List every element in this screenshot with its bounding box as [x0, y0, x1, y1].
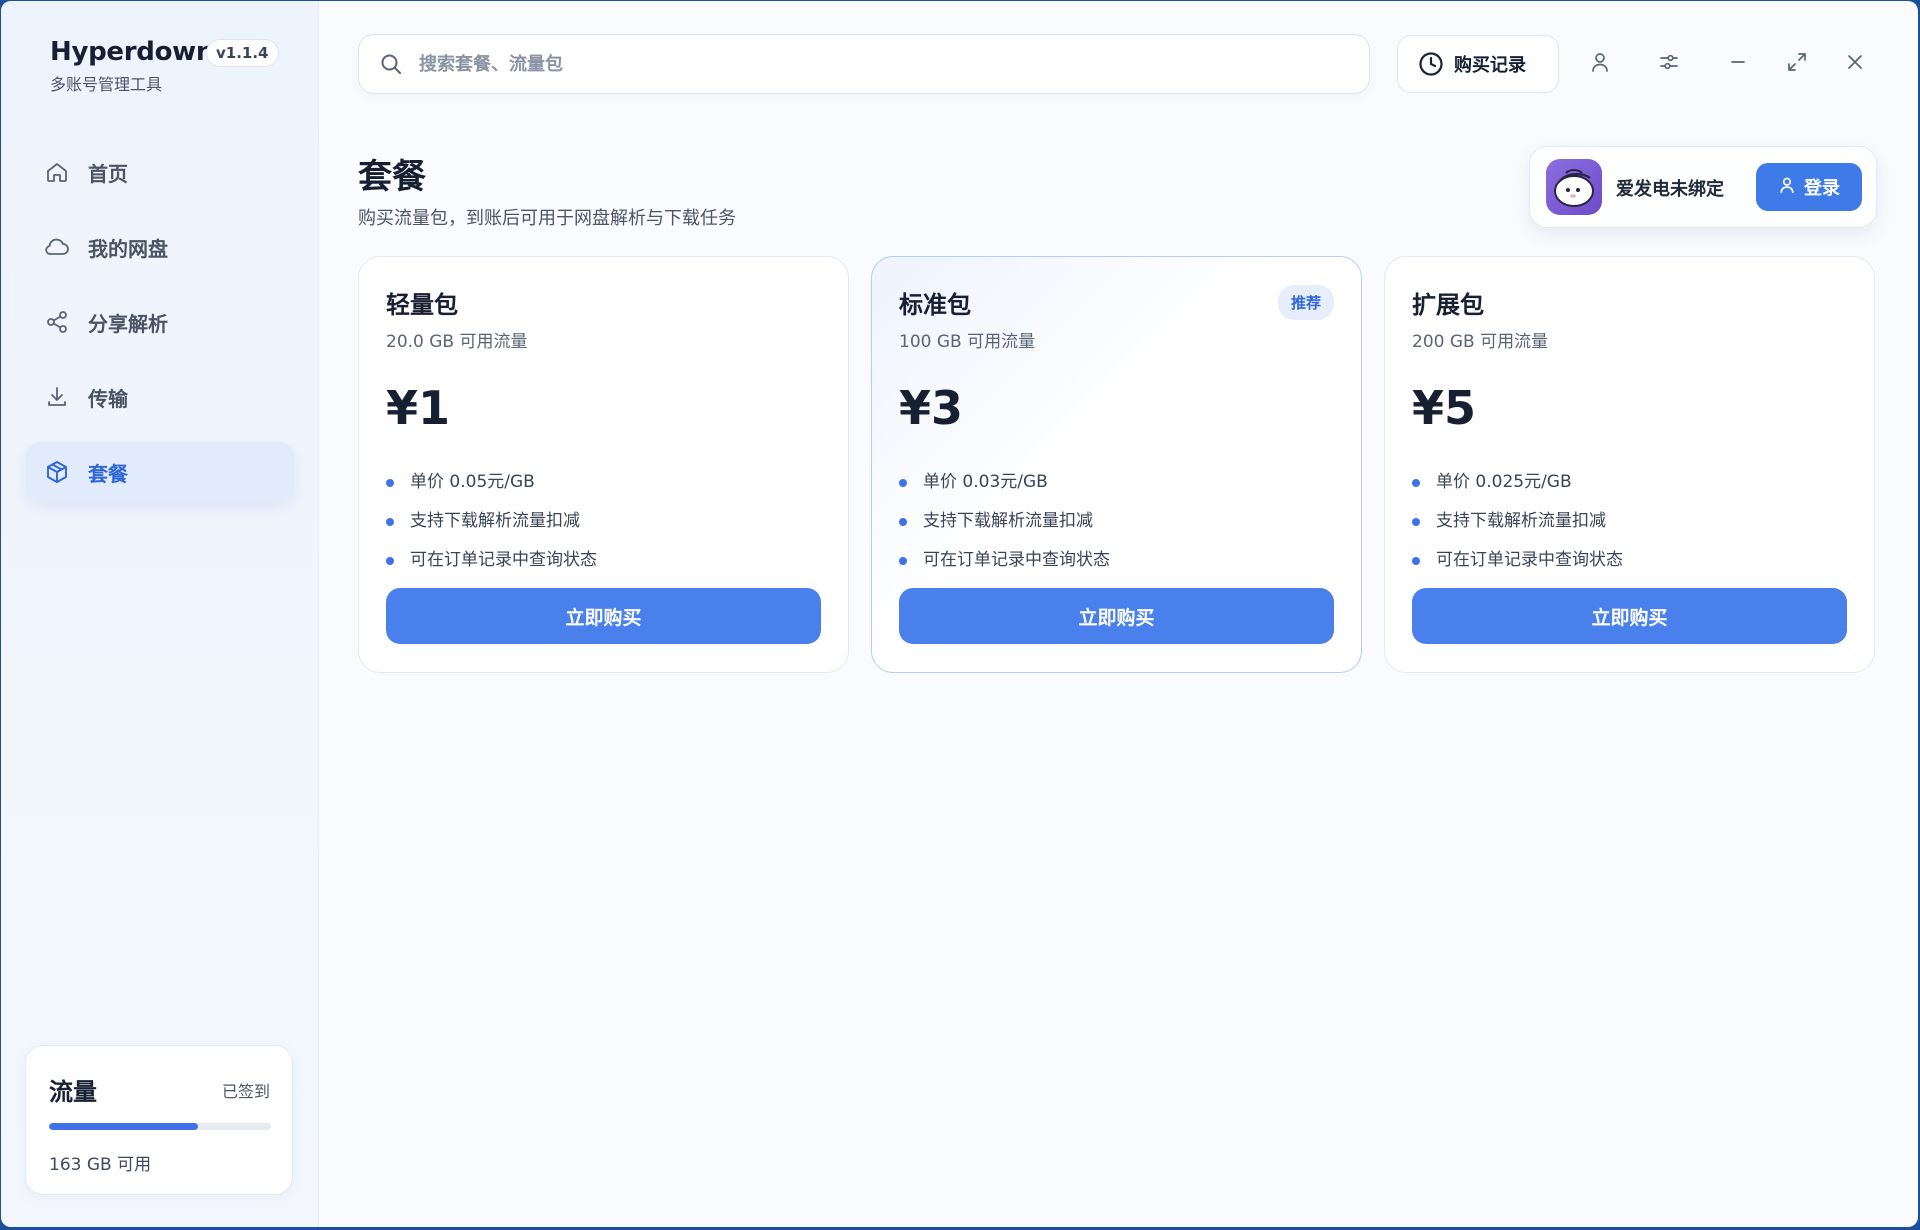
home-icon	[44, 159, 70, 185]
version-badge: v1.1.4	[206, 39, 279, 67]
recommended-badge: 推荐	[1277, 285, 1334, 320]
bullet-icon	[899, 517, 907, 526]
maximize-icon[interactable]	[1784, 49, 1810, 75]
sidebar-item-label: 我的网盘	[88, 236, 168, 261]
login-label: 登录	[1804, 178, 1840, 199]
feature-item: 可在订单记录中查询状态	[1412, 538, 1623, 577]
sidebar-item-my-drive[interactable]: 我的网盘	[26, 217, 294, 277]
package-icon	[44, 459, 70, 485]
download-icon	[44, 384, 70, 410]
buy-button[interactable]: 立即购买	[1412, 588, 1847, 644]
buy-button[interactable]: 立即购买	[899, 588, 1334, 644]
feature-text: 可在订单记录中查询状态	[410, 550, 597, 570]
feature-item: 可在订单记录中查询状态	[899, 538, 1110, 577]
traffic-progress-fill	[49, 1123, 198, 1130]
plan-price: ¥1	[386, 381, 451, 435]
plan-card-light: 轻量包 20.0 GB 可用流量 ¥1 单价 0.05元/GB 支持下载解析流量…	[358, 256, 849, 673]
avatar	[1546, 159, 1602, 215]
bullet-icon	[386, 556, 394, 565]
sidebar-nav: 首页 我的网盘 分享解析 传输 套餐	[26, 142, 294, 517]
app-subtitle: 多账号管理工具	[50, 75, 163, 94]
plan-name: 扩展包	[1412, 291, 1484, 319]
search-input[interactable]	[417, 52, 1321, 76]
feature-text: 单价 0.05元/GB	[410, 472, 535, 492]
plan-features: 单价 0.025元/GB 支持下载解析流量扣减 可在订单记录中查询状态	[1412, 460, 1623, 577]
sidebar: Hyperdown v1.1.4 多账号管理工具 首页 我的网盘 分享解析 传输…	[1, 1, 319, 1227]
feature-item: 单价 0.025元/GB	[1412, 460, 1623, 499]
feature-text: 单价 0.025元/GB	[1436, 472, 1572, 492]
close-icon[interactable]	[1842, 49, 1868, 75]
settings-sliders-icon[interactable]	[1656, 49, 1682, 75]
bullet-icon	[386, 517, 394, 526]
plan-traffic: 100 GB 可用流量	[899, 332, 1036, 352]
feature-text: 可在订单记录中查询状态	[1436, 550, 1623, 570]
feature-item: 支持下载解析流量扣减	[386, 499, 597, 538]
bullet-icon	[386, 478, 394, 487]
feature-item: 单价 0.03元/GB	[899, 460, 1110, 499]
plan-features: 单价 0.03元/GB 支持下载解析流量扣减 可在订单记录中查询状态	[899, 460, 1110, 577]
feature-item: 支持下载解析流量扣减	[1412, 499, 1623, 538]
sidebar-item-label: 首页	[88, 161, 128, 186]
traffic-title: 流量	[49, 1078, 97, 1106]
sidebar-item-share-parse[interactable]: 分享解析	[26, 292, 294, 352]
sidebar-item-label: 传输	[88, 386, 128, 411]
bullet-icon	[1412, 517, 1420, 526]
traffic-amount: 163 GB 可用	[49, 1155, 152, 1175]
plan-features: 单价 0.05元/GB 支持下载解析流量扣减 可在订单记录中查询状态	[386, 460, 597, 577]
minimize-icon[interactable]	[1725, 49, 1751, 75]
account-panel: 爱发电未绑定 登录	[1529, 146, 1877, 228]
search-icon	[379, 52, 403, 76]
app-name: Hyperdown	[50, 37, 215, 67]
brand: Hyperdown v1.1.4 多账号管理工具	[50, 37, 279, 95]
app-window: Hyperdown v1.1.4 多账号管理工具 首页 我的网盘 分享解析 传输…	[1, 1, 1918, 1227]
feature-text: 支持下载解析流量扣减	[1436, 511, 1606, 531]
purchase-history-button[interactable]: 购买记录	[1397, 35, 1559, 93]
cloud-icon	[44, 234, 70, 260]
user-icon	[1778, 176, 1796, 198]
feature-text: 单价 0.03元/GB	[923, 472, 1048, 492]
plan-name: 标准包	[899, 291, 971, 319]
purchase-history-label: 购买记录	[1454, 55, 1526, 76]
feature-text: 支持下载解析流量扣减	[410, 511, 580, 531]
feature-text: 支持下载解析流量扣减	[923, 511, 1093, 531]
share-icon	[44, 309, 70, 335]
sidebar-item-transfer[interactable]: 传输	[26, 367, 294, 427]
bullet-icon	[1412, 556, 1420, 565]
feature-item: 可在订单记录中查询状态	[386, 538, 597, 577]
traffic-card: 流量 已签到 163 GB 可用	[25, 1045, 293, 1195]
bullet-icon	[899, 556, 907, 565]
traffic-progress-bar	[49, 1123, 271, 1130]
feature-item: 单价 0.05元/GB	[386, 460, 597, 499]
page-subtitle: 购买流量包，到账后可用于网盘解析与下载任务	[358, 208, 736, 229]
plan-traffic: 200 GB 可用流量	[1412, 332, 1549, 352]
feature-text: 可在订单记录中查询状态	[923, 550, 1110, 570]
feature-item: 支持下载解析流量扣减	[899, 499, 1110, 538]
page-title: 套餐	[358, 157, 426, 197]
buy-button[interactable]: 立即购买	[386, 588, 821, 644]
search-box[interactable]	[358, 34, 1370, 94]
plan-price: ¥3	[899, 381, 964, 435]
login-button[interactable]: 登录	[1756, 163, 1862, 211]
plan-price: ¥5	[1412, 381, 1477, 435]
plan-card-extended: 扩展包 200 GB 可用流量 ¥5 单价 0.025元/GB 支持下载解析流量…	[1384, 256, 1875, 673]
plan-traffic: 20.0 GB 可用流量	[386, 332, 528, 352]
sidebar-item-label: 分享解析	[88, 311, 168, 336]
bullet-icon	[899, 478, 907, 487]
user-icon[interactable]	[1587, 49, 1613, 75]
sidebar-item-plans[interactable]: 套餐	[26, 442, 294, 502]
plan-card-standard: 标准包 推荐 100 GB 可用流量 ¥3 单价 0.03元/GB 支持下载解析…	[871, 256, 1362, 673]
checkin-status: 已签到	[221, 1082, 270, 1101]
account-name: 爱发电未绑定	[1616, 179, 1724, 200]
clock-icon	[1418, 51, 1444, 77]
sidebar-item-home[interactable]: 首页	[26, 142, 294, 202]
plan-name: 轻量包	[386, 291, 458, 319]
bullet-icon	[1412, 478, 1420, 487]
sidebar-item-label: 套餐	[88, 461, 128, 486]
